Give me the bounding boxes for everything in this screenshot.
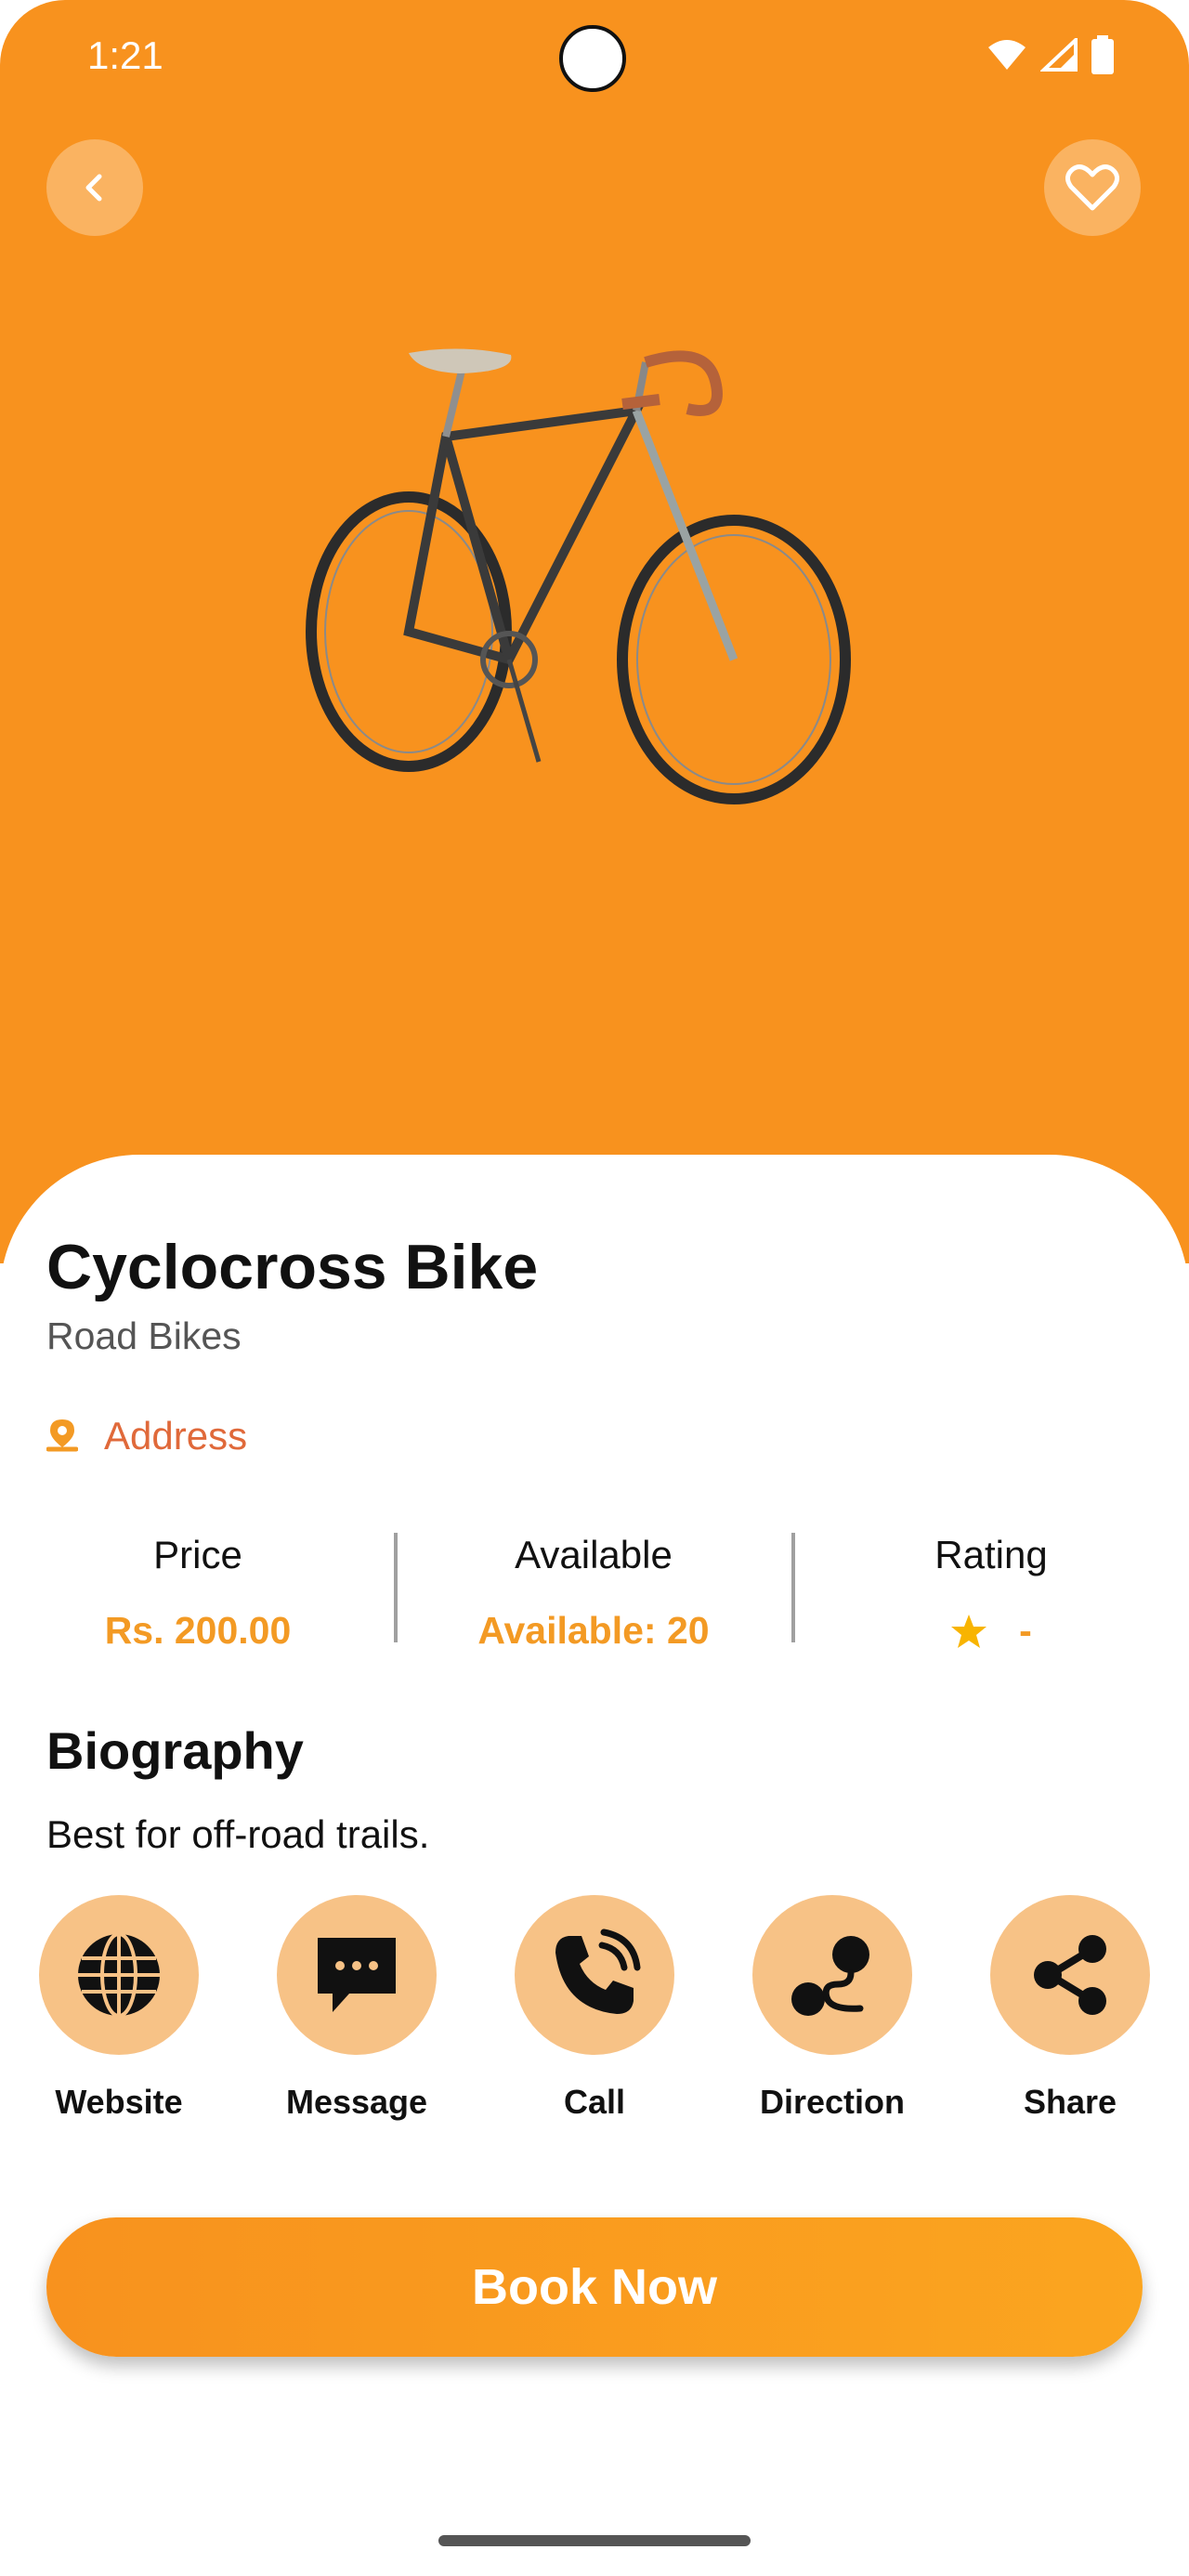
screen: 1:21 Cyclocross Bike Road Bikes Address … <box>0 0 1189 2576</box>
back-button[interactable] <box>46 139 143 236</box>
share-icon <box>1034 1935 1106 2015</box>
action-call[interactable]: Call <box>511 1895 678 2122</box>
location-pin-icon <box>46 1419 78 1452</box>
phone-icon <box>555 1929 641 2014</box>
stat-value: Rs. 200.00 <box>104 1609 292 1652</box>
biography-title: Biography <box>46 1721 304 1780</box>
home-indicator[interactable] <box>438 2535 751 2546</box>
action-website[interactable]: Website <box>35 1895 203 2122</box>
action-direction[interactable]: Direction <box>749 1895 916 2122</box>
action-circle[interactable] <box>39 1895 199 2055</box>
action-label: Call <box>563 2083 626 2121</box>
address-label: Address <box>104 1414 248 1458</box>
hero-banner: 1:21 <box>0 0 1189 1263</box>
action-label: Direction <box>759 2083 906 2121</box>
product-title: Cyclocross Bike <box>46 1232 539 1302</box>
battery-icon <box>1091 35 1114 74</box>
signal-icon <box>1040 38 1078 72</box>
action-message[interactable]: Message <box>273 1895 440 2122</box>
action-label: Share <box>1023 2083 1117 2121</box>
product-category: Road Bikes <box>46 1314 242 1357</box>
action-label: Message <box>285 2083 428 2121</box>
biography-text: Best for off-road trails. <box>46 1812 430 1856</box>
wifi-icon <box>988 40 1026 70</box>
stat-rating: Rating - <box>793 1533 1189 1653</box>
favorite-button[interactable] <box>1044 139 1141 236</box>
star-icon <box>951 1614 987 1648</box>
bike-image <box>306 348 851 804</box>
action-label: Website <box>55 2083 183 2121</box>
stat-available: Available Available: 20 <box>396 1533 791 1653</box>
stat-label: Price <box>153 1533 242 1576</box>
message-icon <box>318 1938 396 2012</box>
heart-icon <box>1065 164 1119 211</box>
action-circle[interactable] <box>515 1895 674 2055</box>
stat-price: Price Rs. 200.00 <box>0 1533 396 1653</box>
status-time: 1:21 <box>87 33 163 77</box>
action-circle[interactable] <box>990 1895 1150 2055</box>
status-icons <box>986 35 1115 74</box>
action-circle[interactable] <box>277 1895 437 2055</box>
action-circle[interactable] <box>752 1895 912 2055</box>
camera-cutout <box>559 25 626 92</box>
address-row[interactable]: Address <box>46 1414 247 1458</box>
action-share[interactable]: Share <box>986 1895 1154 2122</box>
rating-value: - <box>1019 1609 1032 1652</box>
details-sheet <box>0 1155 1189 2576</box>
stat-value: Available: 20 <box>477 1609 710 1652</box>
stat-label: Rating <box>934 1533 1048 1576</box>
route-icon <box>791 1936 869 2016</box>
book-now-button[interactable]: Book Now <box>46 2217 1143 2357</box>
chevron-left-icon <box>85 174 102 202</box>
globe-icon <box>78 1932 160 2018</box>
stat-value: - <box>793 1609 1189 1653</box>
stat-label: Available <box>515 1533 673 1576</box>
